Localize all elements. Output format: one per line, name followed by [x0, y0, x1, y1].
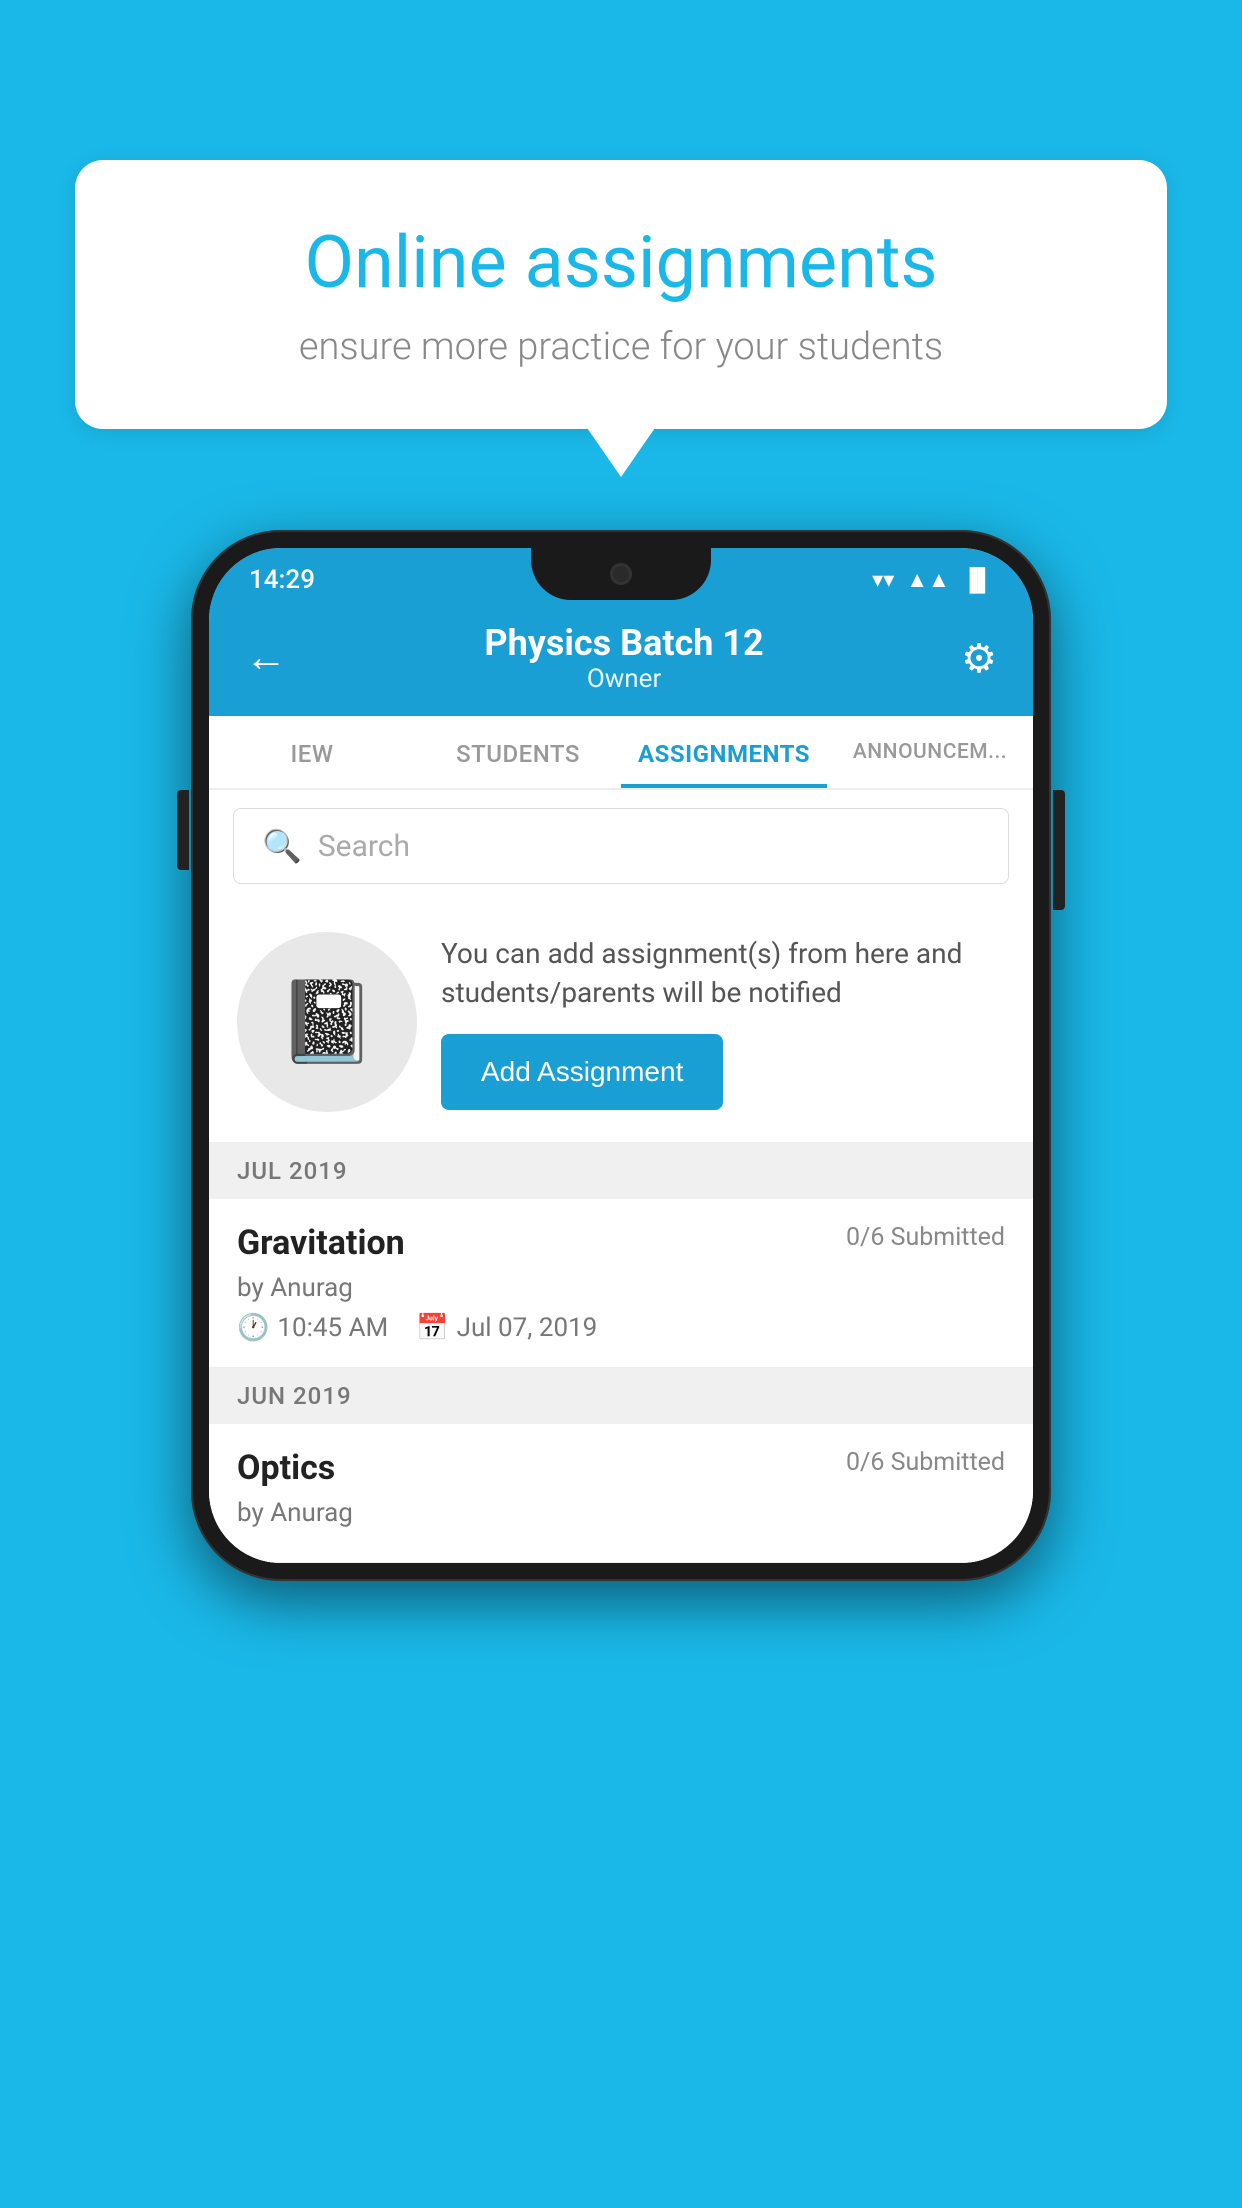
tab-announcements[interactable]: ANNOUNCEM... [827, 716, 1033, 788]
optics-by: by Anurag [237, 1498, 1005, 1528]
search-bar: 🔍 Search [209, 790, 1033, 902]
header-center: Physics Batch 12 Owner [287, 622, 961, 694]
assignment-item-optics[interactable]: Optics 0/6 Submitted by Anurag [209, 1424, 1033, 1563]
assignment-item-gravitation[interactable]: Gravitation 0/6 Submitted by Anurag 🕐 10… [209, 1199, 1033, 1368]
calendar-icon: 📅 [416, 1313, 448, 1343]
notebook-icon: 📓 [277, 975, 377, 1069]
phone-outer: 14:29 ▾▾ ▲▲ ▐▌ ← Physics Batch 12 Owner … [191, 530, 1051, 1581]
tabs-bar: IEW STUDENTS ASSIGNMENTS ANNOUNCEM... [209, 716, 1033, 790]
add-assignment-button[interactable]: Add Assignment [441, 1034, 723, 1110]
assignment-date: 📅 Jul 07, 2019 [416, 1313, 597, 1343]
wifi-icon: ▾▾ [872, 568, 894, 593]
search-placeholder: Search [318, 829, 410, 864]
header-title: Physics Batch 12 [287, 622, 961, 664]
settings-icon[interactable]: ⚙ [961, 635, 997, 682]
camera [610, 563, 632, 585]
assignment-by: by Anurag [237, 1273, 1005, 1303]
assignment-submitted: 0/6 Submitted [846, 1223, 1005, 1252]
app-header: ← Physics Batch 12 Owner ⚙ [209, 604, 1033, 716]
bubble-subtitle: ensure more practice for your students [145, 325, 1097, 369]
tab-students[interactable]: STUDENTS [415, 716, 621, 788]
phone-screen: 14:29 ▾▾ ▲▲ ▐▌ ← Physics Batch 12 Owner … [209, 548, 1033, 1563]
back-button[interactable]: ← [245, 637, 287, 679]
content-area: 🔍 Search 📓 You can add assignment(s) fro… [209, 790, 1033, 1563]
search-icon: 🔍 [262, 827, 302, 865]
optics-header: Optics 0/6 Submitted [237, 1448, 1005, 1488]
clock-icon: 🕐 [237, 1313, 269, 1343]
tab-iew[interactable]: IEW [209, 716, 415, 788]
bubble-title: Online assignments [145, 220, 1097, 305]
optics-title: Optics [237, 1448, 335, 1488]
promo-section: 📓 You can add assignment(s) from here an… [209, 902, 1033, 1143]
promo-description: You can add assignment(s) from here and … [441, 934, 1005, 1012]
notch [531, 548, 711, 600]
speech-bubble: Online assignments ensure more practice … [75, 160, 1167, 429]
month-separator-jul: JUL 2019 [209, 1143, 1033, 1199]
optics-submitted: 0/6 Submitted [846, 1448, 1005, 1477]
phone-mockup: 14:29 ▾▾ ▲▲ ▐▌ ← Physics Batch 12 Owner … [191, 530, 1051, 1581]
speech-bubble-container: Online assignments ensure more practice … [75, 160, 1167, 429]
header-subtitle: Owner [287, 664, 961, 694]
search-input-wrapper[interactable]: 🔍 Search [233, 808, 1009, 884]
tab-assignments[interactable]: ASSIGNMENTS [621, 716, 827, 788]
promo-icon-circle: 📓 [237, 932, 417, 1112]
assignment-meta: 🕐 10:45 AM 📅 Jul 07, 2019 [237, 1313, 1005, 1343]
month-separator-jun: JUN 2019 [209, 1368, 1033, 1424]
promo-text: You can add assignment(s) from here and … [441, 934, 1005, 1110]
battery-icon: ▐▌ [962, 567, 993, 593]
status-icons: ▾▾ ▲▲ ▐▌ [872, 567, 993, 593]
assignment-time: 🕐 10:45 AM [237, 1313, 388, 1343]
assignment-title: Gravitation [237, 1223, 405, 1263]
assignment-header: Gravitation 0/6 Submitted [237, 1223, 1005, 1263]
status-time: 14:29 [249, 565, 315, 595]
signal-icon: ▲▲ [906, 567, 950, 593]
